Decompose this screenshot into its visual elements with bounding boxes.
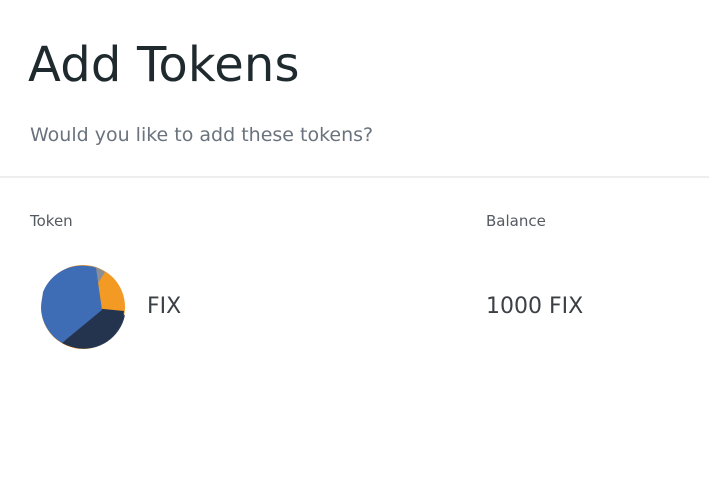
token-balance: 1000 FIX (486, 294, 584, 319)
token-symbol: FIX (147, 294, 182, 319)
page-subtitle: Would you like to add these tokens? (30, 124, 374, 146)
add-tokens-dialog: Add Tokens Would you like to add these t… (0, 0, 709, 479)
dialog-header: Add Tokens Would you like to add these t… (0, 0, 709, 178)
page-title: Add Tokens (28, 37, 300, 93)
fix-token-logo-icon (40, 264, 126, 350)
column-header-balance: Balance (486, 212, 546, 230)
column-header-token: Token (30, 212, 73, 230)
table-row: FIX 1000 FIX (0, 258, 709, 352)
